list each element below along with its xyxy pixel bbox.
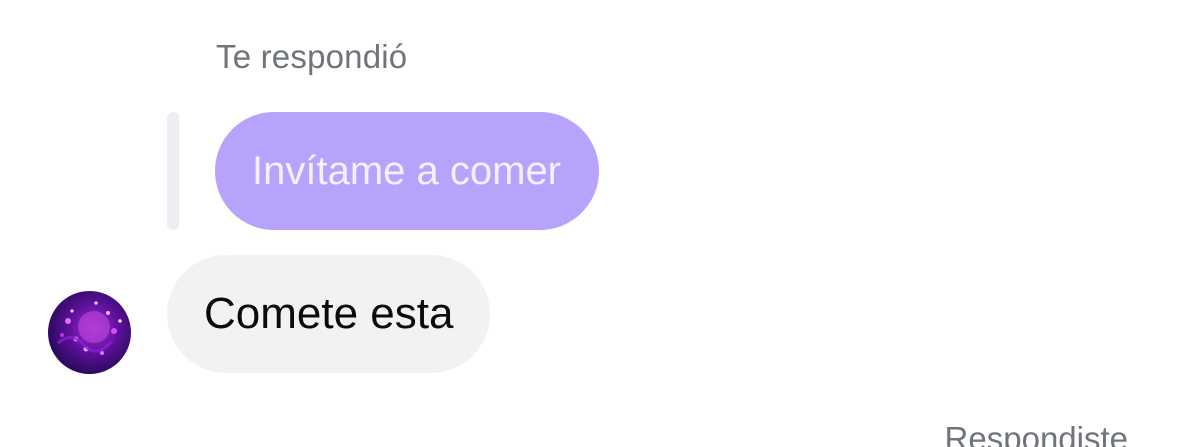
quote-bar — [167, 112, 179, 230]
incoming-message-text: Comete esta — [204, 289, 454, 338]
avatar[interactable] — [48, 291, 131, 374]
reply-status-label: Respondiste — [944, 420, 1128, 447]
avatar-image — [57, 301, 122, 355]
quoted-message-text: Invítame a comer — [252, 148, 562, 193]
chat-thread: Te respondió Invítame a comer Comete est… — [0, 0, 1200, 447]
quoted-message-bubble[interactable]: Invítame a comer — [215, 112, 600, 230]
incoming-message-bubble[interactable]: Comete esta — [167, 255, 491, 373]
reply-context-label: Te respondió — [216, 38, 408, 75]
